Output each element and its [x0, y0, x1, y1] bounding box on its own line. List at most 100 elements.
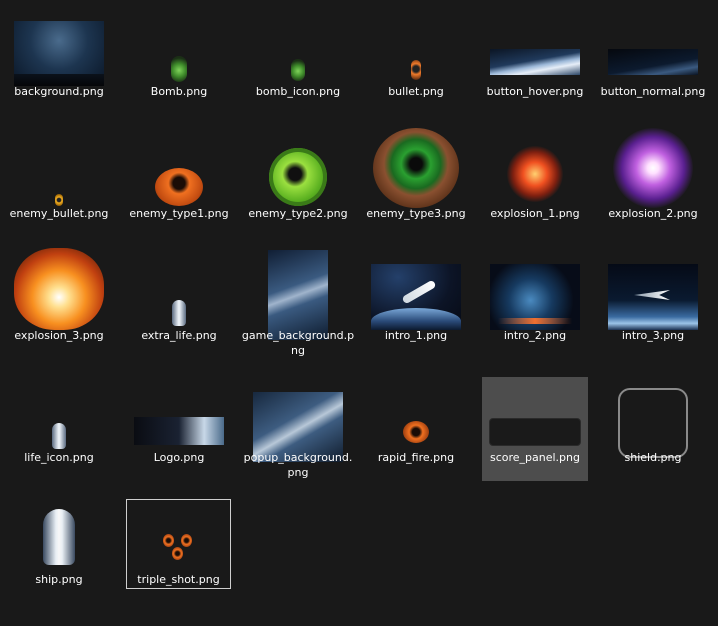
file-item[interactable]: bullet.png: [357, 6, 475, 126]
file-item[interactable]: popup_background.png: [239, 372, 357, 492]
file-name: intro_1.png: [384, 329, 448, 342]
file-item[interactable]: button_hover.png: [476, 6, 594, 126]
logo-banner-thumbnail: [134, 417, 224, 445]
file-item[interactable]: bomb_icon.png: [239, 6, 357, 126]
green-bomb-thumbnail: [171, 56, 187, 82]
file-name: intro_3.png: [621, 329, 685, 342]
file-item[interactable]: Logo.png: [120, 372, 238, 492]
file-thumbnail: [0, 6, 118, 86]
file-item[interactable]: intro_1.png: [357, 250, 475, 370]
file-item[interactable]: ship.png: [0, 494, 118, 614]
file-name: background.png: [14, 85, 104, 98]
file-name: popup_background.png: [243, 451, 353, 479]
file-name: bomb_icon.png: [255, 85, 341, 98]
file-thumbnail: [120, 6, 238, 86]
orange-orb-thumbnail: [403, 421, 429, 443]
file-thumbnail: [594, 250, 712, 330]
file-thumbnail: [120, 128, 238, 208]
file-name: enemy_type3.png: [366, 207, 466, 220]
file-thumbnail: [476, 6, 594, 86]
file-thumbnail: [357, 372, 475, 452]
file-name: game_background.png: [241, 329, 355, 357]
file-name: life_icon.png: [24, 451, 94, 464]
file-thumbnail: [0, 494, 118, 574]
file-item[interactable]: shield.png: [594, 372, 712, 492]
file-item[interactable]: explosion_1.png: [476, 128, 594, 248]
file-name: enemy_bullet.png: [9, 207, 109, 220]
file-item[interactable]: enemy_type2.png: [239, 128, 357, 248]
yellow-bullet-thumbnail: [55, 194, 63, 206]
file-item[interactable]: intro_3.png: [594, 250, 712, 370]
file-name: score_panel.png: [489, 451, 580, 464]
file-item[interactable]: explosion_2.png: [594, 128, 712, 248]
file-thumbnail: [476, 128, 594, 208]
file-thumbnail: [120, 372, 238, 452]
file-item[interactable]: extra_life.png: [120, 250, 238, 370]
file-item[interactable]: intro_2.png: [476, 250, 594, 370]
file-thumbnail: [0, 372, 118, 452]
small-ship-thumbnail: [52, 423, 66, 449]
file-name: enemy_type1.png: [129, 207, 229, 220]
file-thumbnail: [476, 250, 594, 330]
file-item[interactable]: score_panel.png: [482, 377, 588, 481]
file-name: Logo.png: [153, 451, 205, 464]
green-spiky-thumbnail: [269, 148, 327, 206]
three-orbs-thumbnail: [159, 532, 199, 562]
file-thumbnail: [127, 494, 230, 574]
purple-explosion-thumbnail: [613, 128, 693, 208]
file-name: triple_shot.png: [137, 573, 220, 586]
file-name: explosion_1.png: [490, 207, 580, 220]
file-name: button_normal.png: [600, 85, 706, 98]
small-ship-thumbnail: [172, 300, 186, 326]
orange-explosion-thumbnail: [14, 248, 104, 330]
file-thumbnail: [239, 250, 357, 340]
white-ship-thumbnail: [43, 509, 75, 565]
file-thumbnail: [0, 248, 118, 330]
file-name: rapid_fire.png: [377, 451, 455, 464]
dark-panel-thumbnail: [489, 418, 581, 446]
file-thumbnail: [357, 128, 475, 208]
file-thumbnail: [594, 128, 712, 208]
file-item[interactable]: triple_shot.png: [126, 499, 231, 589]
earth-horizon-thumbnail: [490, 49, 580, 75]
file-name: shield.png: [624, 451, 682, 464]
file-grid: background.png Bomb.png bomb_icon.png bu…: [0, 0, 718, 626]
green-bomb-thumbnail: [291, 59, 305, 81]
file-thumbnail: [357, 250, 475, 330]
file-thumbnail: [239, 128, 357, 208]
file-item[interactable]: rapid_fire.png: [357, 372, 475, 492]
spaceship-planet-thumbnail: [490, 264, 580, 330]
file-item[interactable]: enemy_type3.png: [357, 128, 475, 248]
file-thumbnail: [482, 372, 588, 452]
nebula-thumbnail: [268, 250, 328, 340]
file-name: explosion_2.png: [608, 207, 698, 220]
file-thumbnail: [357, 6, 475, 86]
jet-earth-thumbnail: [608, 264, 698, 330]
space-landscape-thumbnail: [14, 21, 104, 86]
file-item[interactable]: enemy_bullet.png: [0, 128, 118, 248]
file-name: explosion_3.png: [14, 329, 104, 342]
file-name: bullet.png: [388, 85, 444, 98]
file-name: extra_life.png: [141, 329, 217, 342]
rounded-frame-thumbnail: [618, 388, 688, 458]
file-thumbnail: [594, 372, 712, 458]
red-explosion-thumbnail: [507, 146, 563, 202]
file-thumbnail: [239, 6, 357, 86]
file-thumbnail: [239, 372, 357, 462]
green-donut-thumbnail: [373, 128, 459, 208]
file-item[interactable]: button_normal.png: [594, 6, 712, 126]
file-name: button_hover.png: [486, 85, 584, 98]
orange-bullet-thumbnail: [411, 60, 421, 80]
file-item[interactable]: Bomb.png: [120, 6, 238, 126]
file-item[interactable]: enemy_type1.png: [120, 128, 238, 248]
orange-donut-thumbnail: [155, 168, 203, 206]
file-name: enemy_type2.png: [248, 207, 348, 220]
file-item[interactable]: life_icon.png: [0, 372, 118, 492]
file-item[interactable]: explosion_3.png: [0, 248, 118, 370]
file-name: intro_2.png: [503, 329, 567, 342]
file-item[interactable]: game_background.png: [239, 250, 357, 370]
file-item[interactable]: background.png: [0, 6, 118, 126]
file-thumbnail: [120, 250, 238, 330]
spaceship-earth-thumbnail: [371, 264, 461, 330]
file-thumbnail: [0, 128, 118, 208]
